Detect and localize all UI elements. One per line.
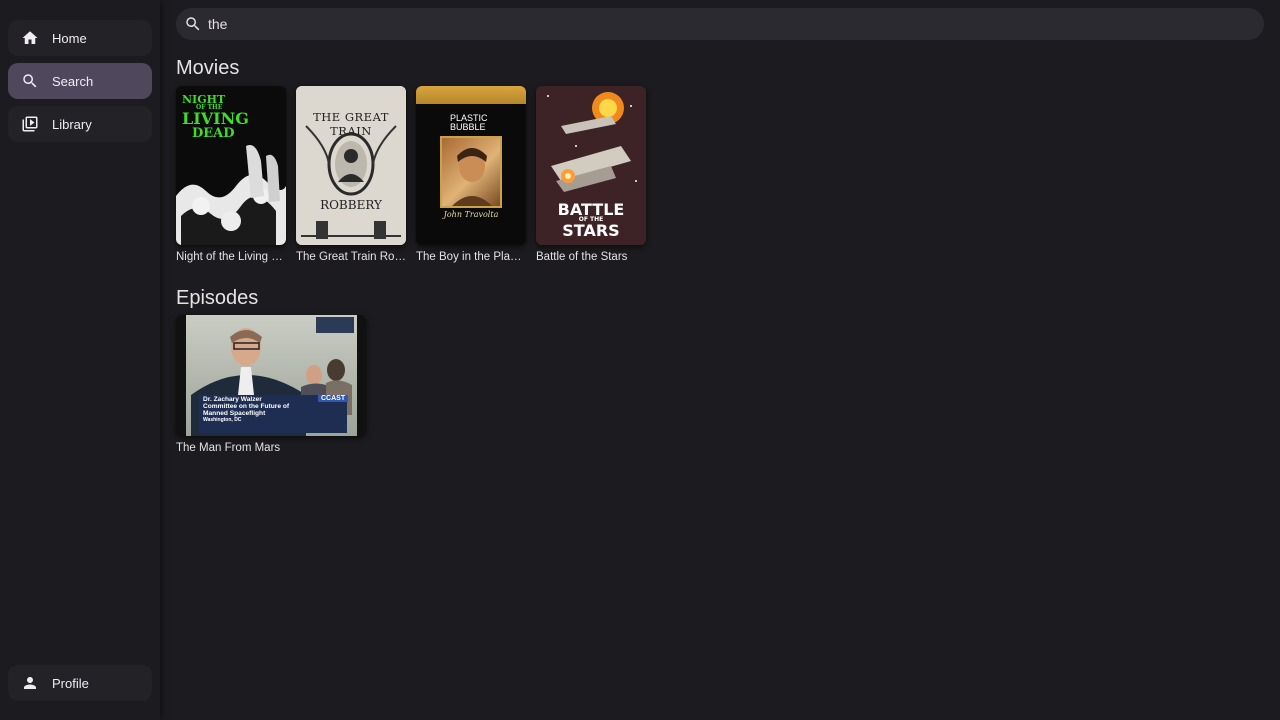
channel-badge: CCAST [318,395,349,402]
movie-poster: PLASTIC BUBBLE John Travolta [416,86,526,245]
sidebar-item-home[interactable]: Home [8,20,152,56]
sidebar-item-label: Library [52,116,92,132]
episode-title: The Man From Mars [176,442,281,454]
poster-text: DEAD [192,126,235,141]
sidebar-item-profile[interactable]: Profile [8,665,152,701]
search-input[interactable] [208,16,1208,32]
movie-title: Battle of the Stars [536,251,628,263]
section-title-movies: Movies [176,57,240,79]
library-icon [21,115,39,133]
movie-card[interactable]: BATTLE OF THE STARS Battle of the Stars [536,86,646,263]
poster-text: ROBBERY [320,198,382,212]
poster-photo [440,136,502,208]
sidebar: Home Search Library Profile [0,0,160,720]
movie-title: The Boy in the Plastic Bubble [416,251,526,263]
movie-title: The Great Train Robbery [296,251,406,263]
movie-title: Night of the Living Dead [176,251,286,263]
poster-text: THE GREAT TRAIN [313,110,389,138]
main-content: Movies NIGHT OF THE LIVING DEAD Night of… [160,0,1280,720]
sidebar-item-label: Home [52,30,87,46]
movie-card[interactable]: NIGHT OF THE LIVING DEAD Night of the Li… [176,86,286,263]
poster-text: LIVING [182,109,249,128]
movie-poster: THE GREAT TRAIN ROBBERY [296,86,406,245]
movie-card[interactable]: PLASTIC BUBBLE John Travolta The Boy in … [416,86,526,263]
poster-text: John Travolta [443,210,499,219]
sidebar-item-search[interactable]: Search [8,63,152,99]
movie-card[interactable]: THE GREAT TRAIN ROBBERY The Great Train … [296,86,406,263]
poster-text: STARS [562,220,620,240]
search-icon [184,15,202,33]
movie-poster: BATTLE OF THE STARS [536,86,646,245]
section-title-episodes: Episodes [176,287,259,309]
home-icon [21,29,39,47]
poster-text: BATTLE [557,200,625,219]
poster-text: BUBBLE [450,122,486,133]
person-icon [21,674,39,692]
movie-poster: NIGHT OF THE LIVING DEAD [176,86,286,245]
sidebar-item-label: Profile [52,675,89,691]
sidebar-item-label: Search [52,73,94,89]
episode-thumbnail: Dr. Zachary Walzer Committee on the Futu… [176,315,366,436]
search-icon [21,72,39,90]
search-bar[interactable] [176,8,1264,40]
episode-card[interactable]: Dr. Zachary Walzer Committee on the Futu… [176,315,366,454]
overlay-line: Washington, DC [203,416,242,423]
sidebar-item-library[interactable]: Library [8,106,152,142]
